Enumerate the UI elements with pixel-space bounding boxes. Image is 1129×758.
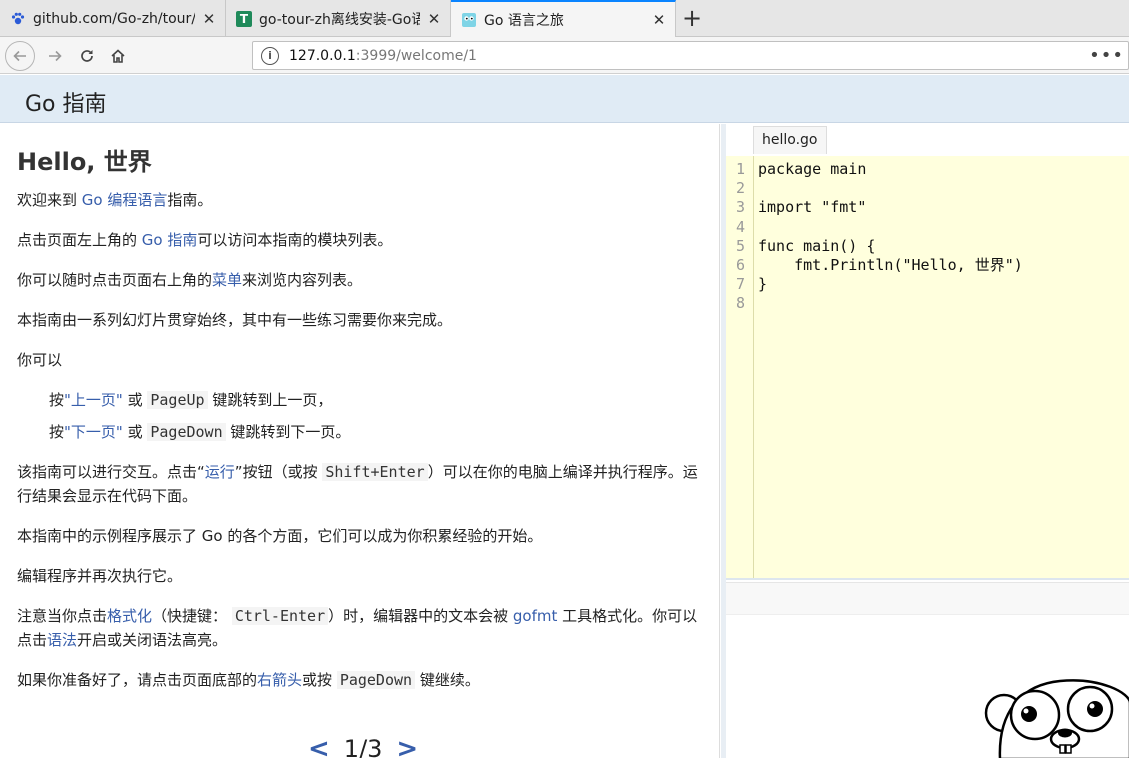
go-language-link[interactable]: Go 编程语言: [82, 191, 168, 209]
close-icon[interactable]: ✕: [201, 10, 217, 28]
paragraph: 点击页面左上角的 Go 指南可以访问本指南的模块列表。: [17, 228, 702, 252]
text: ”按钮（或按: [234, 463, 323, 481]
next-slide-button[interactable]: >: [396, 734, 418, 758]
text: 按: [49, 423, 65, 441]
page-header: Go 指南: [0, 75, 1129, 123]
text: 键继续。: [415, 671, 480, 689]
text: 欢迎来到: [17, 191, 82, 209]
key-label: PageDown: [147, 423, 226, 441]
gopher-icon: [461, 12, 477, 28]
text: 或按: [302, 671, 337, 689]
next-page-link[interactable]: "下一页": [64, 423, 123, 441]
text: 点击页面左上角的: [17, 231, 142, 249]
line-number: 7: [736, 275, 746, 293]
t-icon: T: [236, 10, 252, 27]
text: 或: [122, 391, 148, 409]
key-label: PageUp: [147, 391, 208, 409]
text: 键跳转到下一页。: [225, 423, 351, 441]
more-options-icon[interactable]: •••: [1089, 45, 1124, 66]
text: （快捷键：: [152, 607, 232, 625]
browser-nav-bar: i 127.0.0.1:3999/welcome/1 •••: [0, 37, 1129, 74]
code-line[interactable]: func main() {: [758, 237, 875, 256]
browser-tab-strip: github.com/Go-zh/tour/go ✕ T go-tour-zh离…: [0, 0, 1129, 38]
run-link[interactable]: 运行: [205, 463, 235, 481]
list-item: 按"下一页" 或 PageDown 键跳转到下一页。: [49, 420, 734, 444]
output-panel: [726, 582, 1129, 758]
paragraph: 注意当你点击格式化（快捷键： Ctrl-Enter ）时，编辑器中的文本会被 go…: [17, 604, 702, 652]
prev-slide-button[interactable]: <: [308, 734, 330, 758]
line-number: 8: [736, 294, 746, 312]
line-number: 3: [736, 198, 746, 216]
text: 你可以随时点击页面右上角的: [17, 271, 213, 289]
text: 指南。: [167, 191, 213, 209]
text: 或: [122, 423, 148, 441]
close-icon[interactable]: ✕: [426, 10, 442, 28]
text: 按: [49, 391, 65, 409]
right-arrow-link[interactable]: 右箭头: [257, 671, 302, 689]
paragraph: 本指南由一系列幻灯片贯穿始终，其中有一些练习需要你来完成。: [17, 311, 453, 329]
text: 键跳转到上一页，: [207, 391, 333, 409]
key-label: Shift+Enter: [322, 463, 428, 481]
file-tabs: hello.go: [726, 124, 1129, 156]
tab-title: Go 语言之旅: [484, 13, 564, 29]
line-number: 4: [736, 218, 746, 236]
go-guide-link[interactable]: Go 指南: [142, 231, 198, 249]
list-item: 按"上一页" 或 PageUp 键跳转到上一页，: [49, 388, 734, 412]
browser-tab-github[interactable]: github.com/Go-zh/tour/go ✕: [0, 0, 226, 37]
paragraph: 你可以: [17, 351, 63, 369]
url-path: :3999/welcome/1: [355, 47, 477, 64]
text: 来浏览内容列表。: [242, 271, 363, 289]
paragraph: 欢迎来到 Go 编程语言指南。: [17, 188, 702, 212]
file-tab-hello-go[interactable]: hello.go: [753, 126, 827, 154]
tab-title: go-tour-zh离线安装-Go语: [259, 11, 420, 28]
paragraph: 该指南可以进行交互。点击“运行”按钮（或按 Shift+Enter ）可以在你的电…: [17, 460, 702, 508]
line-number: 1: [736, 160, 746, 178]
close-icon[interactable]: ✕: [651, 11, 667, 29]
text: 如果你准备好了，请点击页面底部的: [17, 671, 258, 689]
gopher-mascot-icon: [984, 679, 1129, 758]
paragraph: 如果你准备好了，请点击页面底部的右箭头或按 PageDown 键继续。: [17, 668, 702, 692]
text: 可以访问本指南的模块列表。: [197, 231, 393, 249]
prev-page-link[interactable]: "上一页": [64, 391, 123, 409]
slide-content: Hello, 世界 欢迎来到 Go 编程语言指南。 点击页面左上角的 Go 指南…: [0, 124, 720, 758]
home-icon[interactable]: [103, 41, 133, 71]
text: 注意当你点击: [17, 607, 108, 625]
format-link[interactable]: 格式化: [107, 607, 152, 625]
menu-link[interactable]: 菜单: [212, 271, 242, 289]
code-editor[interactable]: hello.go 1 package main 2 3 import "fmt" 4 5 fu…: [726, 124, 1129, 580]
address-bar[interactable]: i 127.0.0.1:3999/welcome/1 •••: [252, 41, 1129, 70]
key-label: Ctrl-Enter: [231, 607, 329, 625]
paragraph: 本指南中的示例程序展示了 Go 的各个方面，它们可以成为你积累经验的开始。: [17, 527, 543, 545]
key-label: PageDown: [336, 671, 416, 689]
code-line[interactable]: package main: [758, 160, 866, 179]
slide-pager: < 1/3 >: [308, 734, 418, 758]
paw-icon: [10, 11, 26, 27]
code-line[interactable]: import "fmt": [758, 198, 866, 217]
line-number: 2: [736, 179, 746, 197]
go-guide-nav-link[interactable]: Go 指南: [25, 86, 107, 118]
reload-icon[interactable]: [72, 41, 102, 71]
gofmt-link[interactable]: gofmt: [513, 607, 557, 625]
text: 该指南可以进行交互。点击“: [17, 463, 205, 481]
page-indicator: 1/3: [343, 735, 383, 758]
paragraph: 编辑程序并再次执行它。: [17, 567, 183, 585]
forward-arrow-icon[interactable]: [40, 41, 70, 71]
paragraph: 你可以随时点击页面右上角的菜单来浏览内容列表。: [17, 268, 702, 292]
back-arrow-icon[interactable]: [5, 41, 35, 71]
browser-tab-go-tour[interactable]: Go 语言之旅 ✕: [451, 0, 676, 38]
text: ）时，编辑器中的文本会被: [328, 607, 513, 625]
text: 开启或关闭语法高亮。: [77, 631, 228, 649]
output-toolbar: [726, 583, 1129, 615]
info-icon[interactable]: i: [261, 46, 279, 65]
browser-tab-go-tour-zh[interactable]: T go-tour-zh离线安装-Go语 ✕: [226, 0, 451, 37]
new-tab-plus-icon[interactable]: +: [678, 4, 706, 32]
url-host: 127.0.0.1: [289, 47, 356, 64]
slide-title: Hello, 世界: [17, 148, 152, 176]
code-line[interactable]: }: [758, 275, 767, 294]
line-number: 6: [736, 256, 746, 274]
code-line[interactable]: fmt.Println("Hello, 世界"): [758, 256, 1023, 275]
line-number: 5: [736, 237, 746, 255]
syntax-link[interactable]: 语法: [47, 631, 77, 649]
tab-title: github.com/Go-zh/tour/go: [33, 10, 195, 27]
